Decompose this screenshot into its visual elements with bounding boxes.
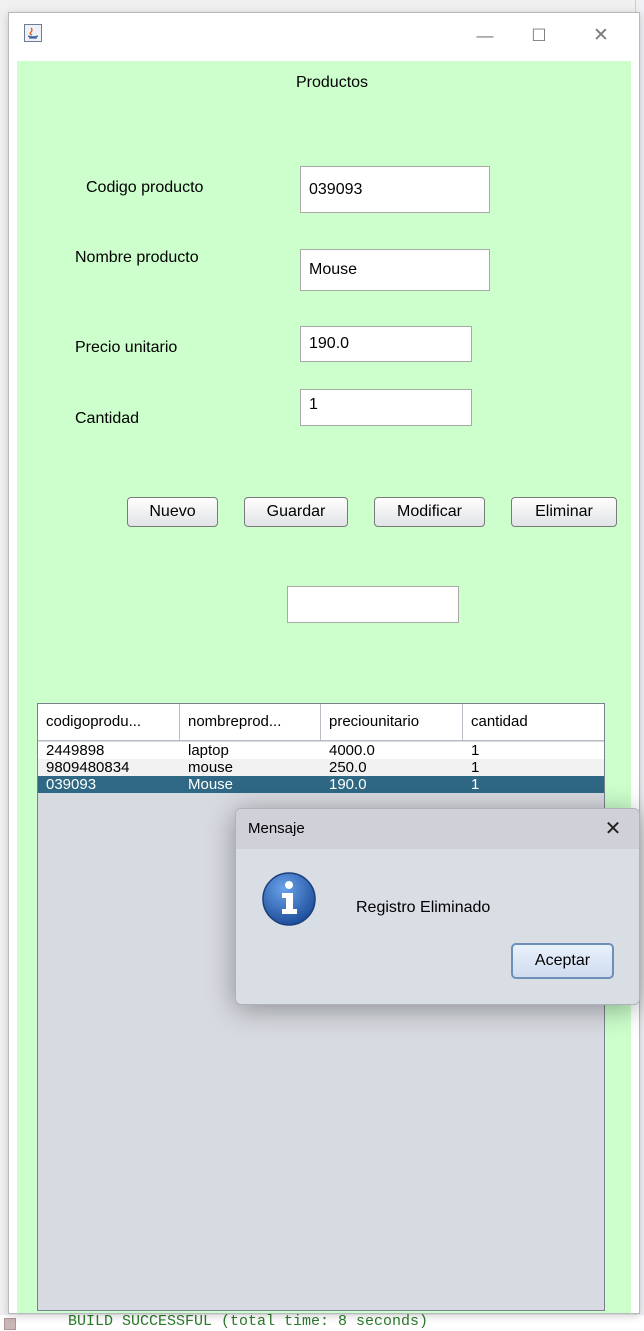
table-cell: 2449898: [46, 742, 105, 759]
close-button[interactable]: ✕: [581, 21, 621, 51]
form-heading: Productos: [296, 74, 369, 91]
table-row[interactable]: 9809480834 mouse 250.0 1: [38, 759, 604, 776]
table-cell: 4000.0: [329, 742, 375, 759]
table-cell: Mouse: [188, 776, 234, 793]
column-header-cantidad[interactable]: cantidad: [463, 704, 604, 740]
column-header-codigo[interactable]: codigoprodu...: [38, 704, 180, 740]
maximize-button[interactable]: ☐: [519, 21, 559, 51]
nombre-field[interactable]: Mouse: [300, 249, 490, 291]
products-table: codigoprodu... nombreprod... preciounita…: [37, 703, 605, 1311]
table-cell: 1: [471, 759, 480, 776]
codigo-label: Codigo producto: [86, 179, 204, 196]
modificar-button[interactable]: Modificar: [374, 497, 485, 527]
precio-label: Precio unitario: [75, 339, 178, 356]
precio-field[interactable]: 190.0: [300, 326, 472, 362]
aceptar-button[interactable]: Aceptar: [511, 943, 614, 979]
nuevo-button[interactable]: Nuevo: [127, 497, 218, 527]
table-cell: 1: [471, 776, 480, 793]
java-app-icon: [24, 24, 42, 42]
table-row[interactable]: 2449898 laptop 4000.0 1: [38, 742, 604, 759]
table-header: codigoprodu... nombreprod... preciounita…: [38, 704, 604, 741]
table-cell: 1: [471, 742, 480, 759]
guardar-button[interactable]: Guardar: [244, 497, 348, 527]
minimize-button[interactable]: —: [465, 21, 505, 51]
cantidad-field[interactable]: 1: [300, 389, 472, 426]
extra-input-field[interactable]: [287, 586, 459, 623]
dialog-titlebar[interactable]: Mensaje ✕: [236, 809, 639, 849]
table-row-selected[interactable]: 039093 Mouse 190.0 1: [38, 776, 604, 793]
column-header-precio[interactable]: preciounitario: [321, 704, 463, 740]
ide-gutter-marker: [4, 1318, 16, 1330]
product-form-panel: Productos Codigo producto 039093 Nombre …: [17, 61, 631, 1313]
information-icon: [261, 871, 317, 932]
table-cell: 250.0: [329, 759, 367, 776]
eliminar-button[interactable]: Eliminar: [511, 497, 617, 527]
table-cell: laptop: [188, 742, 229, 759]
dialog-message: Registro Eliminado: [356, 899, 491, 916]
table-cell: 039093: [46, 776, 97, 793]
nombre-label: Nombre producto: [75, 249, 199, 266]
dialog-title: Mensaje: [248, 820, 305, 837]
codigo-field[interactable]: 039093: [300, 166, 490, 213]
productos-window: — ☐ ✕ Productos Codigo producto 039093 N…: [8, 12, 640, 1314]
column-header-nombre[interactable]: nombreprod...: [180, 704, 321, 740]
table-cell: 9809480834: [46, 759, 130, 776]
table-cell: 190.0: [329, 776, 367, 793]
table-cell: mouse: [188, 759, 234, 776]
message-dialog: Mensaje ✕ Registro Eliminado Aceptar: [235, 808, 640, 1005]
dialog-close-button[interactable]: ✕: [598, 815, 628, 843]
build-output-text: BUILD SUCCESSFUL (total time: 8 seconds): [68, 1313, 429, 1330]
window-titlebar[interactable]: — ☐ ✕: [9, 13, 639, 61]
cantidad-label: Cantidad: [75, 410, 140, 427]
